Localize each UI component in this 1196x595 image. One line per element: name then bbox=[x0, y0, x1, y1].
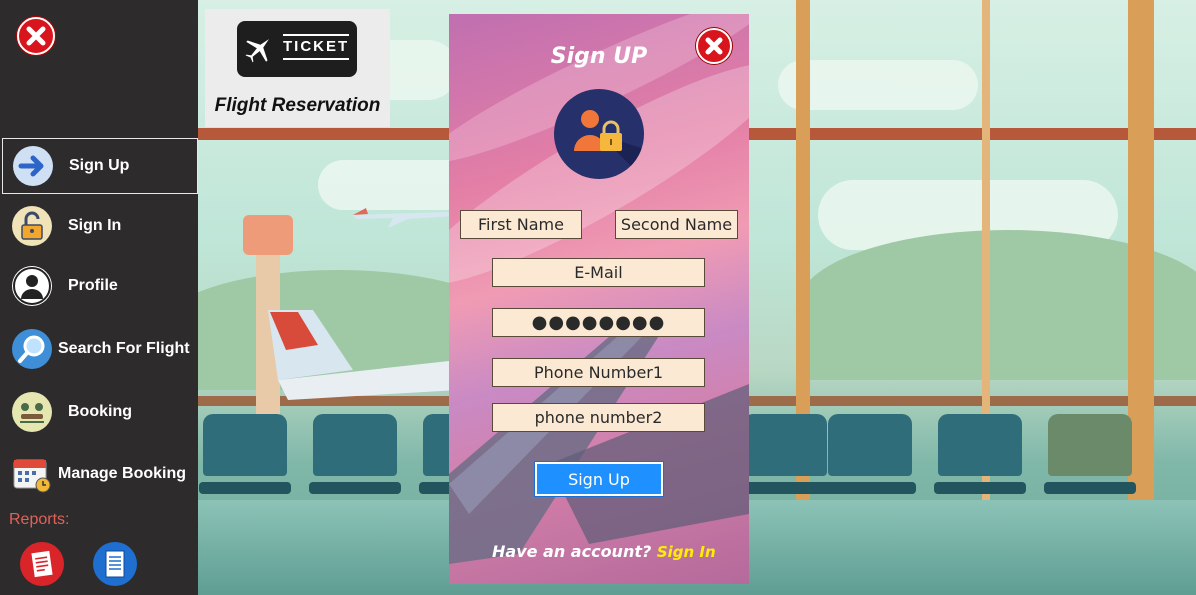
sidebar-item-label: Profile bbox=[68, 277, 118, 294]
meeting-icon bbox=[12, 392, 52, 432]
report-red-button[interactable] bbox=[20, 542, 64, 586]
sidebar-item-label: Search For Flight bbox=[58, 340, 190, 357]
sidebar: Sign Up Sign In Profile Search For Fligh… bbox=[0, 0, 198, 595]
signup-card: Sign UP Sign Up Have an account? Sign In bbox=[449, 14, 749, 584]
user-icon bbox=[12, 266, 52, 306]
user-lock-icon bbox=[554, 89, 644, 179]
sidebar-item-sign-up[interactable]: Sign Up bbox=[2, 138, 198, 194]
phone-number1-field[interactable] bbox=[492, 358, 705, 387]
sidebar-item-manage-booking[interactable]: Manage Booking bbox=[2, 446, 198, 502]
unlock-icon bbox=[12, 206, 52, 246]
have-account-text: Have an account? Sign In bbox=[492, 542, 716, 561]
card-close-button[interactable] bbox=[696, 28, 732, 64]
sign-in-link[interactable]: Sign In bbox=[657, 543, 716, 561]
arrow-right-icon bbox=[13, 146, 53, 186]
close-icon bbox=[26, 26, 46, 46]
close-icon bbox=[705, 37, 723, 55]
phone-number2-field[interactable] bbox=[492, 403, 705, 432]
app-title: Flight Reservation bbox=[214, 95, 381, 116]
password-field[interactable] bbox=[492, 308, 705, 337]
report-blue-icon bbox=[105, 550, 125, 578]
sidebar-item-sign-in[interactable]: Sign In bbox=[2, 198, 198, 254]
reports-label: Reports: bbox=[9, 511, 70, 528]
sidebar-item-label: Manage Booking bbox=[58, 465, 187, 482]
logo-ticket-text: TICKET bbox=[283, 38, 350, 55]
first-name-field[interactable] bbox=[460, 210, 582, 239]
sidebar-item-profile[interactable]: Profile bbox=[2, 258, 198, 314]
sidebar-item-search-flight[interactable]: Search For Flight bbox=[2, 321, 198, 377]
wing-image bbox=[449, 314, 749, 564]
airplane-icon bbox=[245, 39, 269, 63]
search-icon bbox=[12, 329, 52, 369]
calendar-icon bbox=[12, 454, 52, 494]
sidebar-item-label: Sign Up bbox=[69, 157, 130, 174]
report-red-icon bbox=[31, 550, 53, 578]
app-close-button[interactable] bbox=[17, 17, 55, 55]
sidebar-item-booking[interactable]: Booking bbox=[2, 384, 198, 440]
have-account-label: Have an account? bbox=[492, 542, 652, 561]
email-field[interactable] bbox=[492, 258, 705, 287]
sidebar-item-label: Booking bbox=[68, 403, 132, 420]
sidebar-item-label: Sign In bbox=[68, 217, 122, 234]
second-name-field[interactable] bbox=[615, 210, 738, 239]
app-logo: TICKET Flight Reservation bbox=[205, 9, 390, 127]
report-blue-button[interactable] bbox=[93, 542, 137, 586]
sign-up-button[interactable]: Sign Up bbox=[535, 462, 663, 496]
ticket-logo: TICKET bbox=[237, 21, 357, 77]
